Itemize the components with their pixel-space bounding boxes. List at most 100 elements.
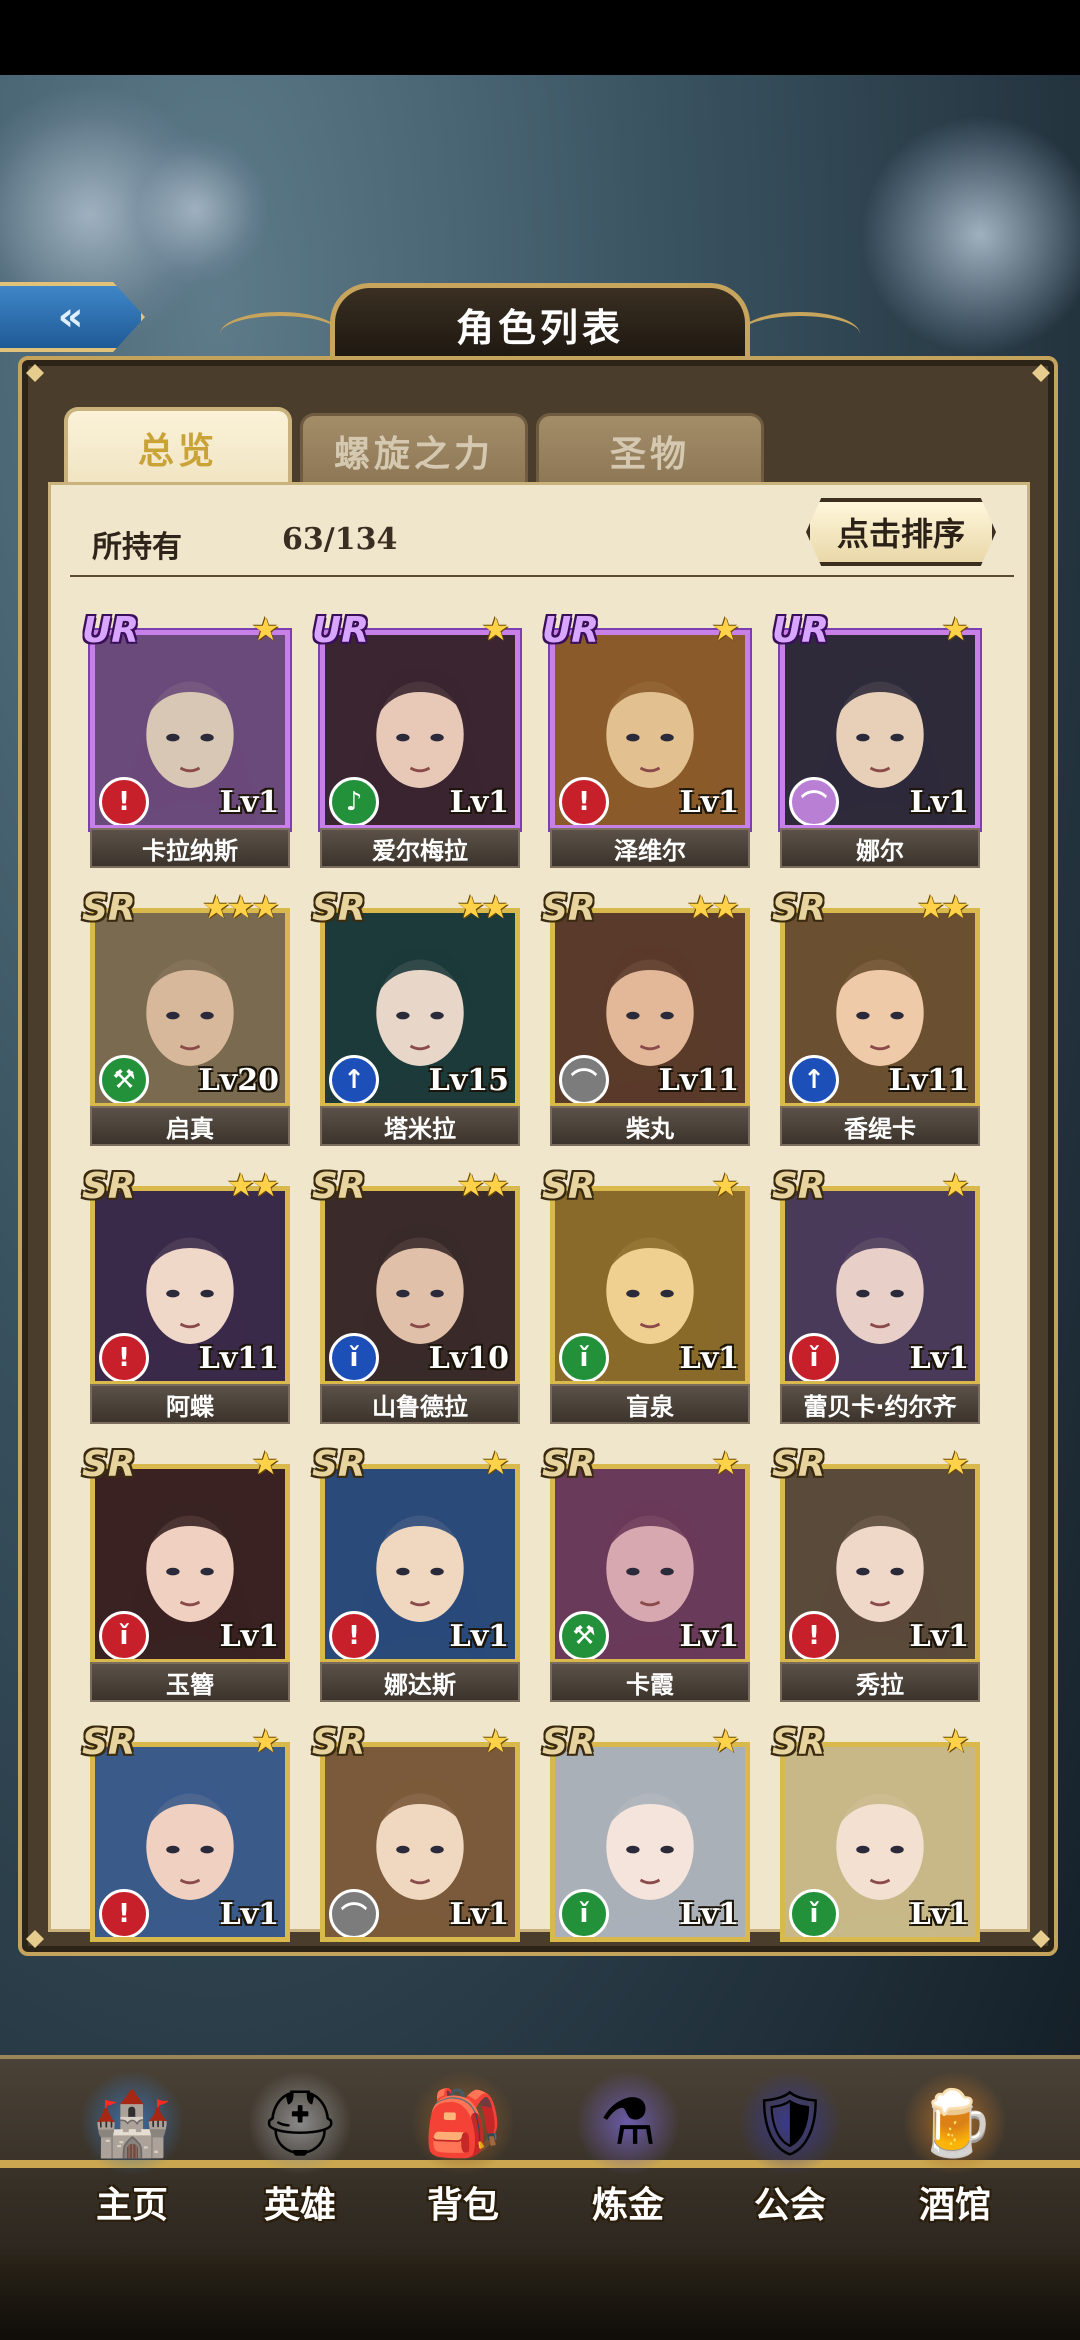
character-level: Lv1 bbox=[679, 1619, 739, 1654]
sword-icon: ! bbox=[99, 777, 149, 825]
rarity-badge: SR bbox=[542, 888, 596, 929]
rarity-badge: UR bbox=[772, 610, 829, 651]
potion-icon: ⚗ bbox=[578, 2068, 678, 2178]
sword-icon: ! bbox=[329, 1611, 379, 1659]
character-name: 娜达斯 bbox=[320, 1662, 520, 1702]
rarity-badge: UR bbox=[542, 610, 599, 651]
nav-label: 炼金 bbox=[591, 2185, 664, 2226]
tab-relics[interactable]: 圣物 bbox=[536, 413, 764, 485]
bow-icon: ⌒ bbox=[559, 1055, 609, 1103]
rarity-badge: SR bbox=[82, 1722, 136, 1763]
nav-item-backpack[interactable]: 🎒 背包 bbox=[388, 2068, 538, 2238]
character-level: Lv1 bbox=[219, 785, 279, 820]
character-name: 娜尔 bbox=[780, 828, 980, 868]
nav-label: 背包 bbox=[426, 2185, 499, 2226]
bow-icon: ⌒ bbox=[329, 1889, 379, 1937]
rarity-badge: SR bbox=[772, 1444, 826, 1485]
staff-icon: ǐ bbox=[559, 1889, 609, 1937]
character-level: Lv11 bbox=[658, 1063, 739, 1098]
star-rating: ★ bbox=[941, 610, 970, 648]
character-portrait: ⌒ Lv1 bbox=[780, 630, 980, 830]
character-name: 香缇卡 bbox=[780, 1106, 980, 1146]
rarity-badge: SR bbox=[772, 1722, 826, 1763]
character-name: 启真 bbox=[90, 1106, 290, 1146]
tab-spiral-power[interactable]: 螺旋之力 bbox=[300, 413, 528, 485]
rarity-badge: SR bbox=[82, 888, 136, 929]
helmet-icon: ⛑ bbox=[250, 2068, 350, 2178]
character-portrait: ! Lv1 bbox=[550, 630, 750, 830]
staff-icon: ǐ bbox=[99, 1611, 149, 1659]
spear-icon: ↑ bbox=[789, 1055, 839, 1103]
star-rating: ★★ bbox=[456, 1166, 510, 1204]
character-portrait: ǐ Lv1 bbox=[550, 1742, 750, 1942]
star-rating: ★ bbox=[941, 1444, 970, 1482]
staff-icon: ǐ bbox=[559, 1333, 609, 1381]
character-name: 秀拉 bbox=[780, 1662, 980, 1702]
character-name: 卡拉纳斯 bbox=[90, 828, 290, 868]
background-flower bbox=[120, 135, 270, 285]
character-level: Lv1 bbox=[679, 785, 739, 820]
character-portrait: ↑ Lv11 bbox=[780, 908, 980, 1108]
nav-label: 英雄 bbox=[263, 2185, 336, 2226]
sort-button[interactable]: 点击排序 bbox=[806, 498, 996, 566]
rarity-badge: SR bbox=[542, 1444, 596, 1485]
sword-icon: ! bbox=[99, 1333, 149, 1381]
character-portrait: ǐ Lv1 bbox=[90, 1464, 290, 1664]
star-rating: ★★ bbox=[226, 1166, 280, 1204]
character-name: 山鲁德拉 bbox=[320, 1384, 520, 1424]
nav-item-guild-shield[interactable]: 🛡 公会 bbox=[715, 2068, 865, 2238]
rarity-badge: SR bbox=[312, 1722, 366, 1763]
corner-ornament bbox=[26, 1930, 44, 1948]
character-level: Lv1 bbox=[679, 1341, 739, 1376]
nav-item-beer-mug[interactable]: 🍺 酒馆 bbox=[880, 2068, 1030, 2238]
star-rating: ★ bbox=[941, 1722, 970, 1760]
backpack-icon: 🎒 bbox=[413, 2068, 513, 2178]
star-rating: ★ bbox=[251, 610, 280, 648]
title-ornament-left bbox=[220, 312, 340, 356]
character-level: Lv1 bbox=[449, 1619, 509, 1654]
character-name: 蕾贝卡·约尔齐 bbox=[780, 1384, 980, 1424]
star-rating: ★ bbox=[711, 610, 740, 648]
spear-icon: ↑ bbox=[329, 1055, 379, 1103]
staff-icon: ǐ bbox=[789, 1889, 839, 1937]
character-portrait: ǐ Lv1 bbox=[550, 1186, 750, 1386]
rarity-badge: SR bbox=[772, 1166, 826, 1207]
character-level: Lv1 bbox=[909, 1897, 969, 1932]
character-portrait: ! Lv1 bbox=[320, 1464, 520, 1664]
star-rating: ★ bbox=[481, 610, 510, 648]
star-rating: ★ bbox=[481, 1722, 510, 1760]
character-level: Lv1 bbox=[449, 785, 509, 820]
character-level: Lv1 bbox=[679, 1897, 739, 1932]
star-rating: ★★ bbox=[686, 888, 740, 926]
character-portrait: ǐ Lv1 bbox=[780, 1742, 980, 1942]
rarity-badge: SR bbox=[312, 888, 366, 929]
nav-item-helmet[interactable]: ⛑ 英雄 bbox=[225, 2068, 375, 2238]
background-flower bbox=[860, 115, 1080, 355]
character-level: Lv1 bbox=[449, 1897, 509, 1932]
sword-icon: ! bbox=[559, 777, 609, 825]
game-screen: « 角色列表 总览 螺旋之力 圣物 所持有 63/134 点击排序 ! Lv1 UR… bbox=[0, 0, 1080, 2340]
corner-ornament bbox=[1032, 1930, 1050, 1948]
staff-icon: ǐ bbox=[329, 1333, 379, 1381]
character-portrait: ǐ Lv10 bbox=[320, 1186, 520, 1386]
character-name: 玉簪 bbox=[90, 1662, 290, 1702]
character-level: Lv11 bbox=[198, 1341, 279, 1376]
character-name: 塔米拉 bbox=[320, 1106, 520, 1146]
nav-item-castle[interactable]: 🏰 主页 bbox=[57, 2068, 207, 2238]
character-name: 柴丸 bbox=[550, 1106, 750, 1146]
axe-icon: ⚒ bbox=[559, 1611, 609, 1659]
tab-overview[interactable]: 总览 bbox=[64, 407, 292, 485]
character-portrait: ⌒ Lv1 bbox=[320, 1742, 520, 1942]
nav-item-potion[interactable]: ⚗ 炼金 bbox=[553, 2068, 703, 2238]
bow-icon: ⌒ bbox=[789, 777, 839, 825]
owned-count: 63/134 bbox=[282, 522, 398, 557]
staff-icon: ǐ bbox=[789, 1333, 839, 1381]
character-portrait: ↑ Lv15 bbox=[320, 908, 520, 1108]
star-rating: ★ bbox=[941, 1166, 970, 1204]
character-portrait: ⚒ Lv20 bbox=[90, 908, 290, 1108]
character-name: 爱尔梅拉 bbox=[320, 828, 520, 868]
tab-label: 螺旋之力 bbox=[333, 433, 494, 475]
character-portrait: ⌒ Lv11 bbox=[550, 908, 750, 1108]
title-ornament-right bbox=[740, 312, 860, 356]
character-level: Lv10 bbox=[428, 1341, 509, 1376]
